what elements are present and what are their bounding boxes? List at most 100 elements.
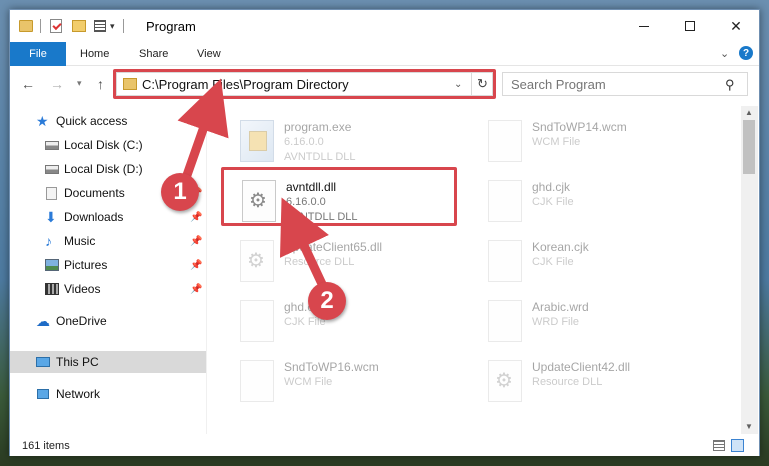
sidebar-item-local-disk-c[interactable]: Local Disk (C:) xyxy=(10,134,206,156)
search-box[interactable]: ⚲ xyxy=(502,72,748,96)
network-icon xyxy=(37,389,49,399)
address-path[interactable]: C:\Program Files\Program Directory xyxy=(142,77,349,92)
scroll-down-icon[interactable]: ▼ xyxy=(745,422,753,431)
file-list: program.exe 6.16.0.0 AVNTDLL DLL SndToWP… xyxy=(216,102,740,434)
file-type: CJK File xyxy=(532,256,574,268)
file-type: WCM File xyxy=(284,376,333,388)
callout-badge: 2 xyxy=(308,282,346,320)
sidebar-item-quick-access[interactable]: ★ Quick access xyxy=(10,110,206,132)
file-icon xyxy=(488,180,522,222)
navigation-pane: ★ Quick access Local Disk (C:) Local Dis… xyxy=(10,106,206,434)
chevron-down-icon[interactable]: ⌄ xyxy=(454,79,462,90)
sidebar-item-videos[interactable]: Videos 📌 xyxy=(10,278,206,300)
file-name: SndToWP14.wcm xyxy=(532,120,627,134)
pin-icon[interactable]: 📌 xyxy=(190,260,202,271)
view-icon[interactable] xyxy=(94,20,106,32)
file-type: Resource DLL xyxy=(532,376,603,388)
sidebar-item-label: Network xyxy=(56,387,101,401)
chevron-down-icon[interactable]: ▾ xyxy=(110,21,115,37)
documents-icon xyxy=(46,186,57,200)
pin-icon[interactable]: 📌 xyxy=(190,284,202,295)
file-version: 6.16.0.0 xyxy=(284,136,324,148)
pin-icon[interactable]: 📌 xyxy=(190,236,202,247)
window-title: Program xyxy=(146,19,196,34)
forward-button[interactable]: → xyxy=(50,76,64,92)
explorer-window: ▾ Program ✕ File Home Share View ⌄ ? ← →… xyxy=(9,9,760,456)
close-button[interactable]: ✕ xyxy=(713,10,759,42)
title-bar: ▾ Program ✕ xyxy=(10,10,759,42)
file-type: AVNTDLL DLL xyxy=(284,151,356,163)
sidebar-item-music[interactable]: ♪ Music 📌 xyxy=(10,230,206,252)
exe-icon xyxy=(240,120,274,162)
divider xyxy=(123,19,124,33)
recent-locations-icon[interactable]: ▾ xyxy=(77,78,82,89)
tab-home[interactable]: Home xyxy=(80,48,109,60)
file-item[interactable]: Arabic.wrd WRD File xyxy=(480,294,720,350)
file-icon xyxy=(488,300,522,342)
minimize-icon xyxy=(639,25,649,27)
sidebar-item-pictures[interactable]: Pictures 📌 xyxy=(10,254,206,276)
sidebar-item-label: Local Disk (D:) xyxy=(64,162,143,176)
file-icon xyxy=(488,240,522,282)
file-item[interactable]: SndToWP14.wcm WCM File xyxy=(480,114,720,170)
sidebar-item-label: Pictures xyxy=(64,258,108,272)
file-item[interactable]: ghd.cjk CJK File xyxy=(232,294,472,350)
tab-file[interactable]: File xyxy=(10,42,66,66)
maximize-button[interactable] xyxy=(667,10,713,42)
file-icon xyxy=(240,360,274,402)
tab-share[interactable]: Share xyxy=(139,48,168,60)
refresh-button[interactable]: ↻ xyxy=(471,73,493,95)
file-item[interactable]: ghd.cjk CJK File xyxy=(480,174,720,230)
file-item[interactable]: program.exe 6.16.0.0 AVNTDLL DLL xyxy=(232,114,472,170)
pin-icon[interactable]: 📌 xyxy=(190,212,202,223)
details-view-icon[interactable] xyxy=(713,440,725,451)
pictures-icon xyxy=(45,259,59,271)
file-name: SndToWP16.wcm xyxy=(284,360,379,374)
search-input[interactable] xyxy=(511,76,711,92)
file-item[interactable]: UpdateClient65.dll Resource DLL xyxy=(232,234,472,290)
search-icon[interactable]: ⚲ xyxy=(725,77,735,93)
file-name: UpdateClient42.dll xyxy=(532,360,631,374)
sidebar-item-label: Downloads xyxy=(64,210,124,224)
download-icon: ⬇ xyxy=(45,209,57,225)
file-type: Resource DLL xyxy=(284,256,355,268)
sidebar-item-network[interactable]: Network xyxy=(10,383,206,405)
scroll-up-icon[interactable]: ▲ xyxy=(745,108,753,117)
file-item[interactable]: Korean.cjk CJK File xyxy=(480,234,720,290)
sidebar-item-label: This PC xyxy=(56,355,99,369)
file-highlight-box xyxy=(221,167,457,226)
file-type: WCM File xyxy=(532,136,581,148)
file-name: Arabic.wrd xyxy=(532,300,589,314)
file-item[interactable]: UpdateClient42.dll Resource DLL xyxy=(480,354,720,410)
refresh-icon: ↻ xyxy=(477,76,488,91)
file-icon xyxy=(488,120,522,162)
disk-icon xyxy=(45,164,59,174)
sidebar-item-onedrive[interactable]: ☁ OneDrive xyxy=(10,310,206,332)
file-name: program.exe xyxy=(284,120,352,134)
properties-icon[interactable] xyxy=(50,19,62,33)
large-icons-view-icon[interactable] xyxy=(731,439,744,452)
video-icon xyxy=(45,283,59,295)
new-folder-icon[interactable] xyxy=(72,20,86,32)
minimize-button[interactable] xyxy=(621,10,667,42)
sidebar-item-label: Local Disk (C:) xyxy=(64,138,143,152)
ribbon-tabs: File Home Share View ⌄ ? xyxy=(10,42,759,66)
help-icon[interactable]: ? xyxy=(739,46,753,60)
back-button[interactable]: ← xyxy=(21,76,35,92)
tab-view[interactable]: View xyxy=(197,48,221,60)
scroll-thumb[interactable] xyxy=(743,120,755,174)
sidebar-item-this-pc[interactable]: This PC xyxy=(10,351,206,373)
file-type: WRD File xyxy=(532,316,580,328)
file-icon xyxy=(240,300,274,342)
sidebar-item-label: Music xyxy=(64,234,96,248)
up-button[interactable]: ↑ xyxy=(97,76,104,92)
address-bar[interactable]: C:\Program Files\Program Directory ⌄ ↻ xyxy=(116,72,493,96)
file-item[interactable]: SndToWP16.wcm WCM File xyxy=(232,354,472,410)
callout-badge: 1 xyxy=(161,173,199,211)
sidebar-item-label: Quick access xyxy=(56,114,128,128)
file-name: Korean.cjk xyxy=(532,240,589,254)
vertical-scrollbar[interactable]: ▲ ▼ xyxy=(741,106,758,434)
sidebar-item-label: Videos xyxy=(64,282,101,296)
file-type: CJK File xyxy=(532,196,574,208)
expand-ribbon-icon[interactable]: ⌄ xyxy=(720,47,729,60)
